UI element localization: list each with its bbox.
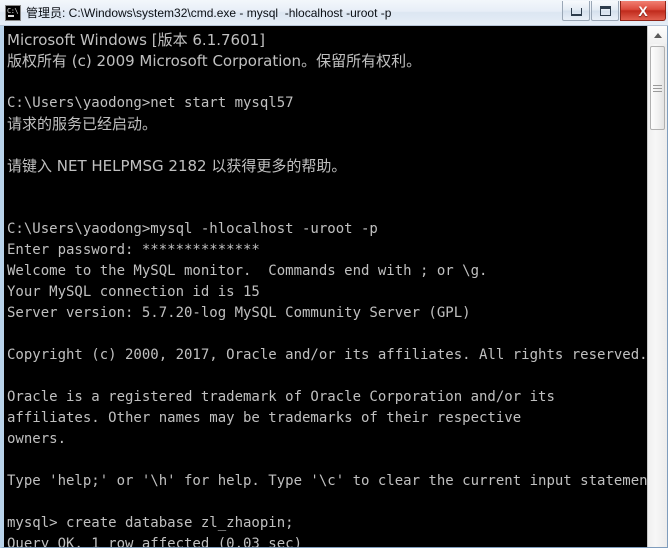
- console-line: C:\Users\yaodong>net start mysql57: [7, 95, 294, 111]
- cmd-exe-icon: [5, 4, 21, 21]
- console-line: Welcome to the MySQL monitor. Commands e…: [7, 263, 488, 279]
- console-line: Copyright (c) 2000, 2017, Oracle and/or …: [7, 347, 647, 363]
- close-icon: X: [638, 2, 648, 19]
- scroll-up-button[interactable]: [648, 26, 667, 44]
- title-bar[interactable]: 管理员: C:\Windows\system32\cmd.exe - mysql…: [0, 0, 668, 26]
- console-line: Type 'help;' or '\h' for help. Type '\c'…: [7, 473, 647, 489]
- console-line: Microsoft Windows [版本 6.1.7601]: [7, 31, 266, 49]
- window-controls: X: [561, 1, 666, 23]
- console-line: mysql> create database zl_zhaopin;: [7, 515, 294, 531]
- chevron-up-icon: [653, 32, 662, 38]
- console-line: 版权所有 (c) 2009 Microsoft Corporation。保留所有…: [7, 52, 422, 70]
- console-line: owners.: [7, 431, 67, 447]
- maximize-icon: [599, 5, 611, 16]
- scrollbar-thumb[interactable]: [650, 46, 665, 130]
- vertical-scrollbar[interactable]: [647, 26, 667, 547]
- console-line: 请求的服务已经启动。: [7, 115, 158, 133]
- console-line: affiliates. Other names may be trademark…: [7, 410, 522, 426]
- console-line: Enter password: **************: [7, 242, 260, 258]
- console-line: Query OK, 1 row affected (0.03 sec): [7, 536, 303, 547]
- cmd-window: 管理员: C:\Windows\system32\cmd.exe - mysql…: [0, 0, 668, 548]
- console-line: 请键入 NET HELPMSG 2182 以获得更多的帮助。: [7, 157, 347, 175]
- console-output[interactable]: Microsoft Windows [版本 6.1.7601] 版权所有 (c) …: [4, 26, 647, 547]
- console-area: Microsoft Windows [版本 6.1.7601] 版权所有 (c) …: [0, 26, 668, 548]
- console-line: Oracle is a registered trademark of Orac…: [7, 389, 555, 405]
- maximize-button[interactable]: [591, 1, 619, 21]
- console-line: Your MySQL connection id is 15: [7, 284, 260, 300]
- close-button[interactable]: X: [620, 1, 666, 21]
- minimize-button[interactable]: [562, 1, 590, 21]
- scrollbar-grip-icon: [653, 84, 662, 92]
- minimize-icon: [570, 8, 582, 16]
- console-line: C:\Users\yaodong>mysql -hlocalhost -uroo…: [7, 221, 378, 237]
- console-line: Server version: 5.7.20-log MySQL Communi…: [7, 305, 471, 321]
